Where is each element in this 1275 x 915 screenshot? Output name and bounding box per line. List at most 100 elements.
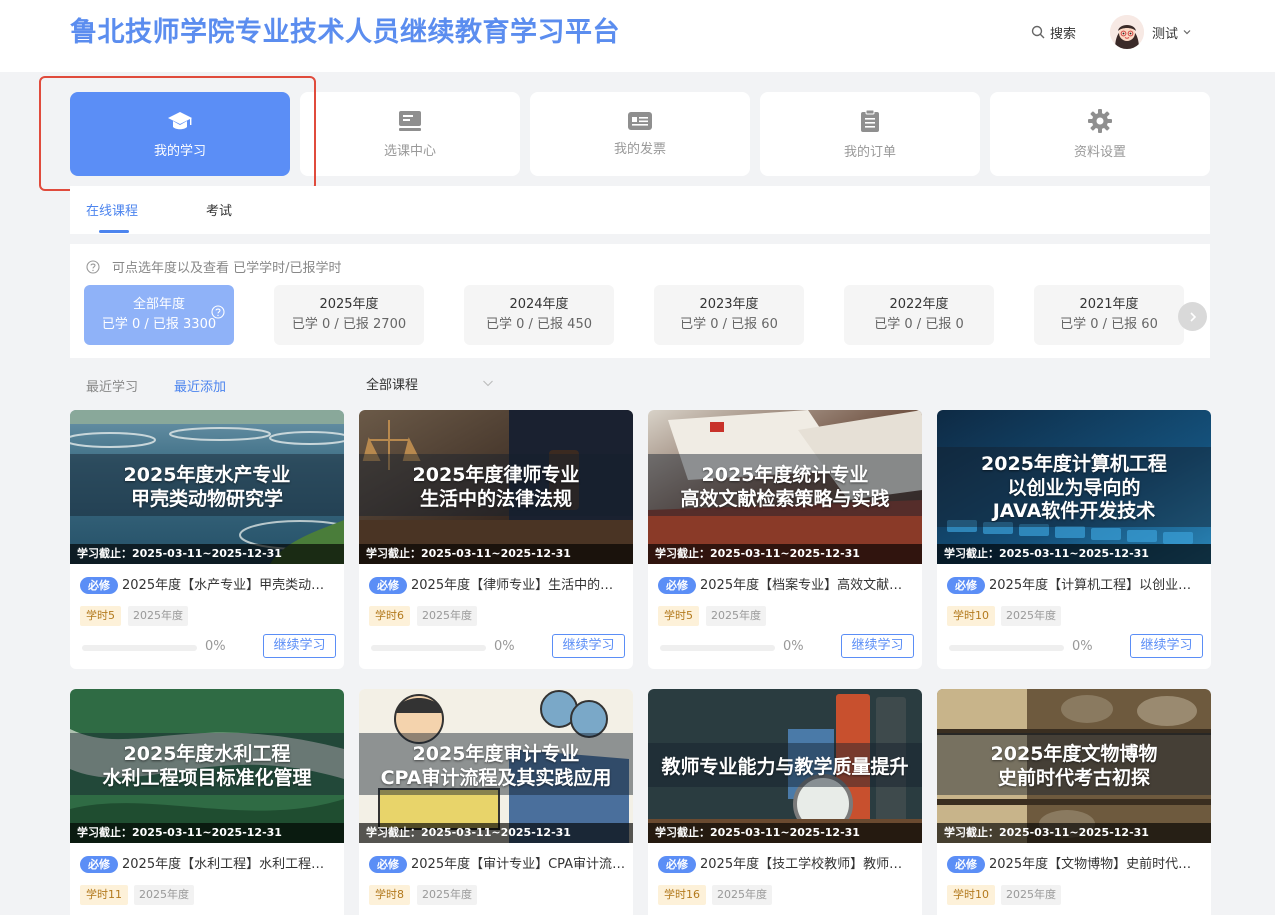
question-circle-icon[interactable]	[211, 305, 225, 319]
course-title-line: JAVA软件开发技术	[992, 500, 1156, 522]
year-chip-2021[interactable]: 2021年度 已学 0 / 已报 60	[1034, 285, 1184, 345]
menu-my-orders[interactable]: 我的订单	[760, 92, 980, 176]
menu-course-center[interactable]: 选课中心	[300, 92, 520, 176]
course-card[interactable]: 2025年度水利工程 水利工程项目标准化管理 学习截止：2025-03-11~2…	[70, 689, 344, 915]
menu-label: 我的订单	[843, 144, 896, 160]
chevron-down-icon	[1183, 30, 1191, 35]
sort-recent-study[interactable]: 最近学习	[86, 376, 138, 395]
course-card[interactable]: 2025年度文物博物 史前时代考古初探 学习截止：2025-03-11~2025…	[937, 689, 1211, 915]
year-tag: 2025年度	[417, 606, 477, 626]
user-name: 测试	[1152, 26, 1179, 42]
course-name[interactable]: 2025年度【文物博物】史前时代考古初探	[989, 855, 1204, 874]
progress-percent: 0%	[494, 639, 515, 654]
required-badge: 必修	[369, 856, 407, 873]
continue-learning-button[interactable]: 继续学习	[263, 634, 336, 658]
year-tag: 2025年度	[1001, 606, 1061, 626]
question-circle-icon	[86, 259, 100, 274]
menu-profile-settings[interactable]: 资料设置	[990, 92, 1210, 176]
progress-percent: 0%	[783, 639, 804, 654]
progress-bar	[660, 645, 775, 651]
year-tag: 2025年度	[128, 606, 188, 626]
invoice-icon	[628, 111, 652, 130]
year-stat: 已学 0 / 已报 2700	[291, 317, 407, 332]
required-badge: 必修	[658, 577, 696, 594]
continue-learning-button[interactable]: 继续学习	[552, 634, 625, 658]
required-badge: 必修	[658, 856, 696, 873]
course-title-line: 2025年度文物博物	[990, 743, 1158, 765]
year-hint-text: 可点选年度以及查看 已学学时/已报学时	[112, 261, 342, 276]
year-stat: 已学 0 / 已报 3300	[101, 317, 217, 332]
year-stat: 已学 0 / 已报 60	[680, 317, 778, 332]
course-name[interactable]: 2025年度【水产专业】甲壳类动物研究学	[122, 576, 337, 595]
sort-recent-added[interactable]: 最近添加	[174, 376, 226, 395]
course-name[interactable]: 2025年度【技工学校教师】教师专业能力与教学质量提升	[700, 855, 915, 874]
course-tabs: 在线课程 考试	[70, 186, 1210, 234]
course-card[interactable]: 2025年度统计专业 高效文献检索策略与实践 学习截止：2025-03-11~2…	[648, 410, 922, 669]
course-title-line: 2025年度审计专业	[412, 743, 580, 765]
year-name: 2021年度	[1079, 297, 1139, 312]
course-card[interactable]: 教师专业能力与教学质量提升 学习截止：2025-03-11~2025-12-31…	[648, 689, 922, 915]
graduation-cap-icon	[168, 111, 192, 129]
continue-learning-button[interactable]: 继续学习	[841, 634, 914, 658]
course-filter-select[interactable]: 全部课程	[366, 374, 496, 394]
year-tag: 2025年度	[706, 606, 766, 626]
hours-tag: 学时5	[80, 606, 121, 626]
course-title-line: 2025年度统计专业	[701, 464, 869, 486]
course-name[interactable]: 2025年度【律师专业】生活中的法律法规	[411, 576, 626, 595]
year-chip-2024[interactable]: 2024年度 已学 0 / 已报 450	[464, 285, 614, 345]
hours-tag: 学时10	[947, 885, 995, 905]
year-next-button[interactable]	[1178, 302, 1207, 331]
hours-tag: 学时11	[80, 885, 128, 905]
year-chip-2025[interactable]: 2025年度 已学 0 / 已报 2700	[274, 285, 424, 345]
year-tag: 2025年度	[1001, 885, 1061, 905]
progress-bar	[82, 645, 197, 651]
progress-bar	[949, 645, 1064, 651]
year-chip-all[interactable]: 全部年度 已学 0 / 已报 3300	[84, 285, 234, 345]
menu-label: 选课中心	[383, 143, 436, 159]
progress-bar	[371, 645, 486, 651]
year-chip-2022[interactable]: 2022年度 已学 0 / 已报 0	[844, 285, 994, 345]
hours-tag: 学时6	[369, 606, 410, 626]
tab-exams[interactable]: 考试	[206, 200, 232, 219]
menu-my-study[interactable]: 我的学习	[70, 92, 290, 176]
course-card[interactable]: 2025年度审计专业 CPA审计流程及其实践应用 学习截止：2025-03-11…	[359, 689, 633, 915]
hours-tag: 学时5	[658, 606, 699, 626]
search-label: 搜索	[1050, 26, 1077, 42]
chevron-right-icon	[1189, 311, 1196, 322]
clipboard-icon	[861, 109, 879, 132]
course-image: 2025年度律师专业 生活中的法律法规 学习截止：2025-03-11~2025…	[359, 410, 633, 564]
course-title-line: 史前时代考古初探	[997, 767, 1150, 789]
year-tag: 2025年度	[134, 885, 194, 905]
required-badge: 必修	[80, 577, 118, 594]
course-image: 2025年度水利工程 水利工程项目标准化管理 学习截止：2025-03-11~2…	[70, 689, 344, 843]
tab-online-courses[interactable]: 在线课程	[86, 200, 138, 219]
required-badge: 必修	[947, 856, 985, 873]
study-deadline: 学习截止：2025-03-11~2025-12-31	[359, 823, 633, 843]
user-menu[interactable]: 测试	[1110, 14, 1192, 50]
course-title-line: CPA审计流程及其实践应用	[380, 767, 612, 789]
year-chip-2023[interactable]: 2023年度 已学 0 / 已报 60	[654, 285, 804, 345]
study-deadline: 学习截止：2025-03-11~2025-12-31	[359, 544, 633, 564]
search-button[interactable]: 搜索	[1031, 22, 1076, 42]
course-book-icon	[399, 110, 421, 131]
course-name[interactable]: 2025年度【档案专业】高效文献检索策略与实践	[700, 576, 915, 595]
study-deadline: 学习截止：2025-03-11~2025-12-31	[70, 823, 344, 843]
study-deadline: 学习截止：2025-03-11~2025-12-31	[648, 823, 922, 843]
menu-my-invoice[interactable]: 我的发票	[530, 92, 750, 176]
year-stat: 已学 0 / 已报 0	[874, 317, 964, 332]
year-hint: 可点选年度以及查看 已学学时/已报学时	[86, 257, 342, 276]
course-image: 2025年度计算机工程 以创业为导向的 JAVA软件开发技术 学习截止：2025…	[937, 410, 1211, 564]
year-stat: 已学 0 / 已报 60	[1060, 317, 1158, 332]
continue-learning-button[interactable]: 继续学习	[1130, 634, 1203, 658]
course-title-line: 以创业为导向的	[1007, 477, 1141, 499]
search-icon	[1031, 25, 1045, 39]
course-name[interactable]: 2025年度【计算机工程】以创业为导向的JAVA软件开发技术	[989, 576, 1204, 595]
tab-underline	[99, 230, 129, 233]
avatar	[1110, 15, 1144, 49]
course-card[interactable]: 2025年度计算机工程 以创业为导向的 JAVA软件开发技术 学习截止：2025…	[937, 410, 1211, 669]
course-card[interactable]: 2025年度律师专业 生活中的法律法规 学习截止：2025-03-11~2025…	[359, 410, 633, 669]
course-name[interactable]: 2025年度【审计专业】CPA审计流程及其实践应用	[411, 855, 626, 874]
site-title: 鲁北技师学院专业技术人员继续教育学习平台	[70, 17, 620, 48]
course-name[interactable]: 2025年度【水利工程】水利工程项目标准化管理	[122, 855, 337, 874]
course-card[interactable]: 2025年度水产专业 甲壳类动物研究学 学习截止：2025-03-11~2025…	[70, 410, 344, 669]
